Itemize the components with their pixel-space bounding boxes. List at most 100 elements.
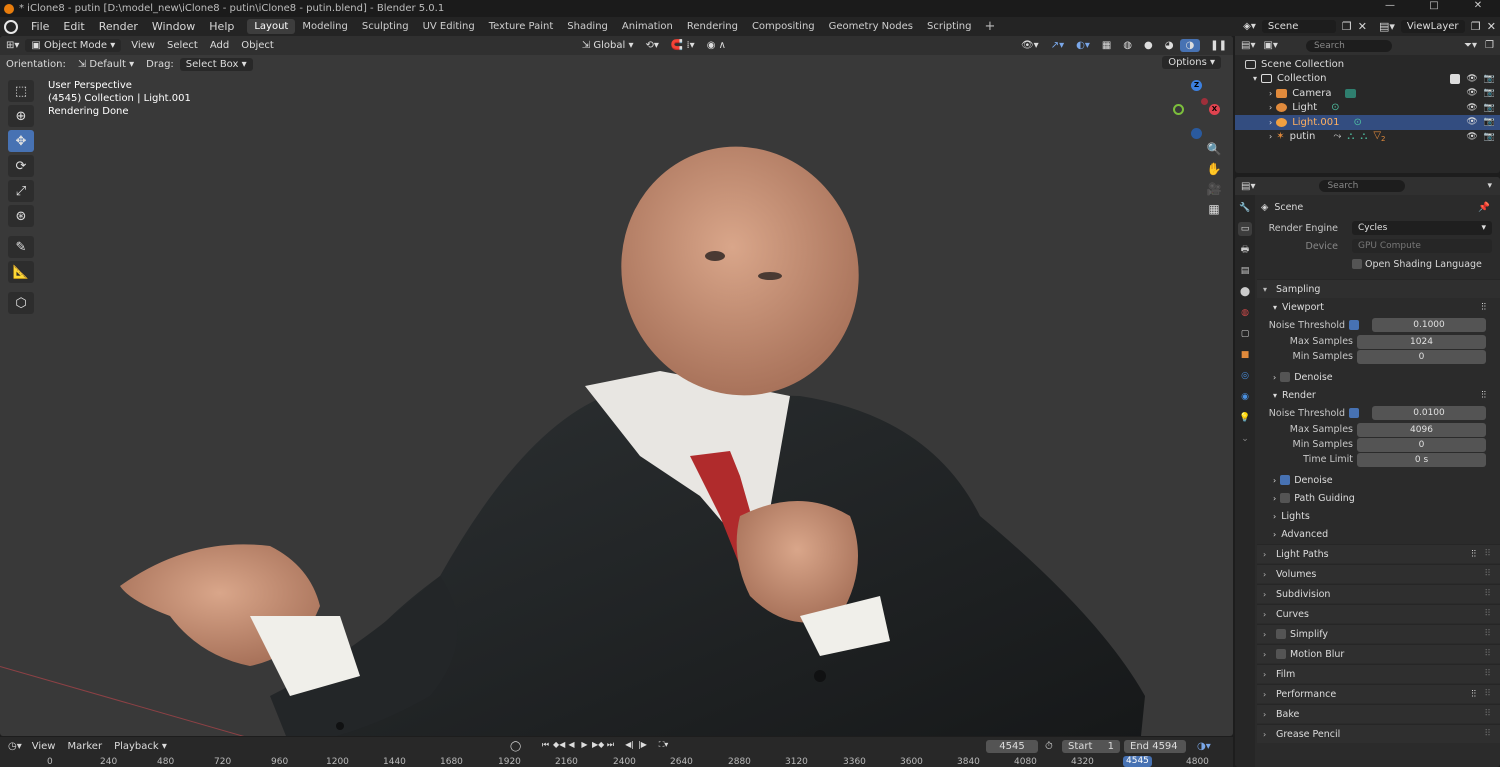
drag-dropdown[interactable]: Select Box ▾ <box>179 57 253 71</box>
close-button[interactable]: ✕ <box>1456 0 1500 11</box>
timeline-menu-playback[interactable]: Playback ▾ <box>108 740 173 753</box>
viewport-noise-threshold-checkbox[interactable] <box>1349 320 1359 330</box>
shading-solid-icon[interactable]: ● <box>1138 39 1159 52</box>
camera-view-icon[interactable]: 🎥 <box>1207 182 1222 196</box>
jump-end-icon[interactable]: ⏭ <box>605 739 616 751</box>
end-frame-field[interactable]: End 4594 <box>1124 739 1186 753</box>
xray-icon[interactable]: ▦ <box>1096 39 1117 52</box>
menu-edit[interactable]: Edit <box>56 20 91 33</box>
gizmo-x-axis[interactable]: X <box>1209 104 1220 115</box>
output-tab-icon[interactable]: 🖶 <box>1238 243 1252 257</box>
stopwatch-icon[interactable]: ⏱ <box>1045 741 1053 752</box>
outliner-item-light-001[interactable]: › Light.001 ⊙ 👁 📷 <box>1235 115 1500 130</box>
simplify-panel[interactable]: › Simplify ⠿ <box>1257 624 1500 643</box>
path-guiding-subpanel[interactable]: › Path Guiding <box>1257 489 1500 507</box>
eye-icon[interactable]: 👁 <box>1466 117 1477 127</box>
transform-orientation[interactable]: ⇲ Global ▾ <box>576 39 640 52</box>
tab-shading[interactable]: Shading <box>560 19 615 34</box>
motion-blur-checkbox[interactable] <box>1276 649 1286 659</box>
rotate-tool[interactable]: ⟳ <box>8 155 34 177</box>
render-max-samples-field[interactable]: 4096 <box>1357 422 1486 437</box>
presets-icon[interactable]: ⫶⫶ <box>1471 549 1476 560</box>
render-noise-threshold-field[interactable]: 0.0100 <box>1372 406 1486 420</box>
light-paths-panel[interactable]: › Light Paths ⫶⫶ ⠿ <box>1257 544 1500 563</box>
annotate-tool[interactable]: ✎ <box>8 236 34 258</box>
tab-uv-editing[interactable]: UV Editing <box>416 19 482 34</box>
shading-rendered-icon[interactable]: ◑ <box>1179 39 1201 52</box>
add-workspace-button[interactable]: + <box>978 19 1001 34</box>
tab-animation[interactable]: Animation <box>615 19 680 34</box>
prev-marker-icon[interactable]: ◀| <box>624 739 635 751</box>
view-layer-icon[interactable]: ▤▾ <box>1379 20 1395 33</box>
subdivision-panel[interactable]: › Subdivision ⠿ <box>1257 584 1500 603</box>
outliner-item-camera[interactable]: › Camera 👁 📷 <box>1235 86 1500 101</box>
add-cube-tool[interactable]: ⬡ <box>8 292 34 314</box>
play-icon[interactable]: ▶ <box>579 739 590 751</box>
scale-tool[interactable]: ⤢ <box>8 180 34 202</box>
view-toggle-icon[interactable]: ◑▾ <box>1197 741 1211 752</box>
current-frame-field[interactable]: 4545 <box>986 739 1038 753</box>
presets-icon[interactable]: ⫶⫶ <box>1481 302 1486 313</box>
world-tab-icon[interactable]: ◍ <box>1238 306 1252 320</box>
auto-keying-icon[interactable]: ◯ <box>510 741 521 752</box>
jump-start-icon[interactable]: ⏮ <box>540 739 551 751</box>
viewport-subpanel-header[interactable]: ▾ Viewport ⫶⫶ <box>1257 298 1500 316</box>
render-camera-icon[interactable]: 📷 <box>1484 103 1495 113</box>
grease-pencil-panel[interactable]: › Grease Pencil ⠿ <box>1257 724 1500 743</box>
pan-hand-icon[interactable]: ✋ <box>1207 162 1222 176</box>
collection-tab-icon[interactable]: ▢ <box>1238 327 1252 341</box>
render-noise-threshold-checkbox[interactable] <box>1349 408 1359 418</box>
performance-panel[interactable]: › Performance ⫶⫶ ⠿ <box>1257 684 1500 703</box>
tab-layout[interactable]: Layout <box>247 19 296 34</box>
next-marker-icon[interactable]: |▶ <box>637 739 648 751</box>
tab-sculpting[interactable]: Sculpting <box>355 19 416 34</box>
view-layer-tab-icon[interactable]: ▤ <box>1238 264 1252 278</box>
visibility-icon[interactable]: 👁▾ <box>1015 39 1045 52</box>
menu-help[interactable]: Help <box>202 20 241 33</box>
viewport-min-samples-field[interactable]: 0 <box>1357 349 1486 364</box>
filter-icon[interactable]: ⏷▾ <box>1464 40 1477 51</box>
view-layer-field[interactable]: ViewLayer <box>1400 20 1465 33</box>
osl-checkbox[interactable] <box>1352 259 1362 269</box>
timeline-editor-icon[interactable]: ◷▾ <box>8 741 22 752</box>
outliner-editor-icon[interactable]: ▤▾ <box>1241 40 1255 51</box>
properties-search[interactable]: Search <box>1319 180 1406 192</box>
minimize-button[interactable]: — <box>1368 0 1412 11</box>
gizmo-neg-x-axis[interactable] <box>1201 98 1208 105</box>
tab-rendering[interactable]: Rendering <box>680 19 745 34</box>
scene-tab-icon[interactable]: ⬤ <box>1238 285 1252 299</box>
options-button[interactable]: Options ▾ <box>1162 56 1221 69</box>
menu-object[interactable]: Object <box>235 39 280 52</box>
lights-subpanel[interactable]: › Lights <box>1257 507 1500 525</box>
play-reverse-icon[interactable]: ◀ <box>566 739 577 751</box>
viewport-max-samples-field[interactable]: 1024 <box>1357 334 1486 349</box>
maximize-button[interactable]: □ <box>1412 0 1456 11</box>
mode-selector[interactable]: ▣ Object Mode ▾ <box>25 39 122 52</box>
render-tab-icon[interactable]: ▭ <box>1238 222 1252 236</box>
tool-tab-icon[interactable]: 🔧 <box>1238 201 1252 215</box>
select-box-tool[interactable]: ⬚ <box>8 80 34 102</box>
prev-keyframe-icon[interactable]: ◆◀ <box>553 739 565 751</box>
volumes-panel[interactable]: › Volumes ⠿ <box>1257 564 1500 583</box>
current-frame-marker[interactable]: 4545 <box>1123 756 1152 767</box>
outliner-item-light[interactable]: › Light ⊙ 👁 📷 <box>1235 101 1500 116</box>
measure-tool[interactable]: 📐 <box>8 261 34 283</box>
overlay-toggle-icon[interactable]: ◐▾ <box>1070 39 1096 52</box>
menu-add[interactable]: Add <box>204 39 235 52</box>
tab-modeling[interactable]: Modeling <box>295 19 355 34</box>
motion-blur-panel[interactable]: › Motion Blur ⠿ <box>1257 644 1500 663</box>
scene-collection-row[interactable]: Scene Collection <box>1235 57 1500 72</box>
path-guiding-checkbox[interactable] <box>1280 493 1291 503</box>
menu-file[interactable]: File <box>24 20 56 33</box>
frame-ruler[interactable]: 0 240 480 720 960 1200 1440 1680 1920 21… <box>0 757 1233 767</box>
bake-panel[interactable]: › Bake ⠿ <box>1257 704 1500 723</box>
render-denoise-subpanel[interactable]: › Denoise <box>1257 471 1500 489</box>
perspective-grid-icon[interactable]: ▦ <box>1208 202 1219 216</box>
snap-icon[interactable]: 🧲 ⁞▾ <box>665 39 701 52</box>
more-tabs-icon[interactable]: ⌄ <box>1238 432 1252 446</box>
constraints-tab-icon[interactable]: ◉ <box>1238 390 1252 404</box>
properties-options-icon[interactable]: ▾ <box>1487 181 1492 191</box>
pin-icon[interactable]: 📌 <box>1478 202 1490 213</box>
pivot-icon[interactable]: ⟲▾ <box>639 39 664 52</box>
outliner-item-putin[interactable]: › ✶ putin ⤳ ⛬ ⛬ ▽2 👁 📷 <box>1235 130 1500 145</box>
